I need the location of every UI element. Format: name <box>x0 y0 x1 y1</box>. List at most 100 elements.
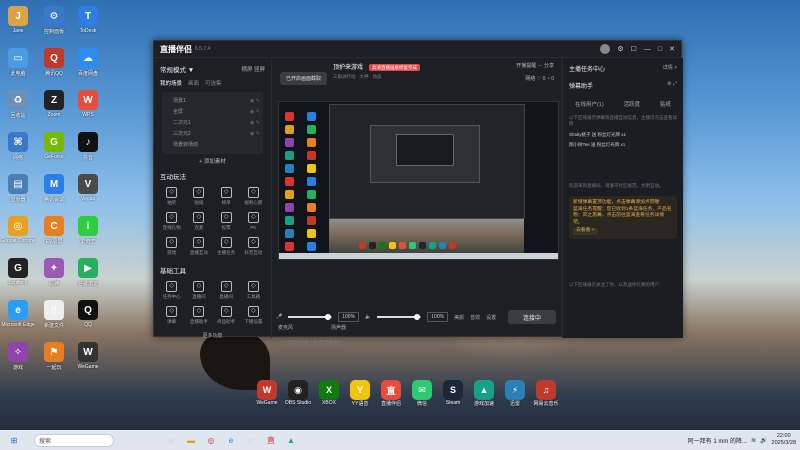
interactive-item[interactable]: ◇ 连麦 <box>185 212 212 231</box>
desktop-icon[interactable]: G Logitech <box>0 258 36 286</box>
desktop-icon[interactable]: T ToDesk <box>70 6 106 34</box>
mode-selector[interactable]: 常规模式 ▼ <box>160 64 194 74</box>
speaker-slider[interactable] <box>377 314 422 320</box>
tab-my-scenes[interactable]: 我的场景 <box>160 79 182 87</box>
task-view-icon[interactable]: ▣ <box>164 433 178 447</box>
desktop-icon[interactable]: V Vegas <box>70 174 106 202</box>
dock-icon[interactable]: S Steam <box>441 380 465 414</box>
desktop-icon[interactable]: ▶ 谷歌浏览 <box>70 258 106 287</box>
desktop-icon[interactable]: ✦ 原神 <box>36 258 72 287</box>
desktop-icon[interactable]: ▤ 显示器 <box>0 174 36 203</box>
minimize-icon[interactable]: — <box>644 46 651 53</box>
tool-item[interactable]: ◇ 弹幕 <box>158 306 185 325</box>
desktop-icon[interactable]: ▭ 此电脑 <box>0 48 36 77</box>
interactive-item[interactable]: ◇ 游戏 <box>158 237 185 256</box>
desktop-icon[interactable]: C EV录屏 <box>36 216 72 245</box>
interactive-item[interactable]: ◇ 连线礼物 <box>158 212 185 231</box>
windows-start-icon[interactable]: ⊞ <box>7 433 21 447</box>
dock-icon[interactable]: ♫ 网易云音乐 <box>533 380 559 414</box>
interactive-item[interactable]: ◇ 抽奖 <box>158 187 185 206</box>
dock-icon[interactable]: Y YY语音 <box>348 380 372 414</box>
tab-collections[interactable]: 可选集 <box>205 79 222 87</box>
list-item[interactable]: 三次元2 ◉ ✎ <box>165 128 260 139</box>
capture-button[interactable]: 已开启画面截取 <box>280 72 328 85</box>
interactive-item[interactable]: ◇ 贴纸 <box>185 187 212 206</box>
interactive-item[interactable]: ◇ 主播任务 <box>213 237 240 256</box>
volume-icon[interactable]: 🔊 <box>760 437 767 444</box>
settings-icon[interactable]: ⚙ <box>617 45 623 53</box>
desktop-icon[interactable]: ✧ 游戏 <box>0 342 36 371</box>
tab-screen[interactable]: 画面 <box>188 79 199 87</box>
help-link[interactable]: ⓘ 如何快速上手直播伴侣? <box>282 339 341 346</box>
dock-icon[interactable]: ✉ 微信 <box>410 380 434 414</box>
stream-preview[interactable] <box>278 101 559 260</box>
dock-icon[interactable]: 直直播伴侣 <box>379 380 403 414</box>
app-running-icon[interactable]: 直 <box>264 433 278 447</box>
go-view-button[interactable]: 去看看 > <box>573 228 598 235</box>
message-icon[interactable]: ☐ <box>631 45 637 53</box>
store-icon[interactable]: ▤ <box>244 433 258 447</box>
add-source-button[interactable]: + 添加素材 <box>154 157 271 165</box>
maximize-icon[interactable]: □ <box>658 46 662 53</box>
desktop-icon[interactable]: ☁ 百度网盘 <box>70 48 106 77</box>
tool-item[interactable]: ◇ 直播间 <box>213 281 240 300</box>
tool-item[interactable]: ◇ 直播间 <box>185 281 212 300</box>
scene-transition[interactable]: 场景转场动 <box>165 139 260 150</box>
desktop-icon[interactable]: ⚑ 一起玩 <box>36 342 72 371</box>
mic-slider[interactable] <box>288 314 333 320</box>
desktop-icon[interactable]: M 腾讯会议 <box>36 174 72 203</box>
tool-item[interactable]: ◇ 商品助手 <box>213 306 240 325</box>
tool-item[interactable]: ◇ 下播设置 <box>240 306 267 325</box>
wifi-icon[interactable]: ≋ <box>751 437 756 444</box>
tool-item[interactable]: ◇ 直播助手 <box>185 306 212 325</box>
desktop-icon[interactable]: ▯ 新建文件 <box>36 300 72 329</box>
sound-effect-button[interactable]: 音效 <box>470 314 480 321</box>
speaker-icon[interactable]: 🔈 <box>365 314 371 320</box>
orientation-toggle[interactable]: 横屏 竖屏 <box>241 65 265 73</box>
mic-slider-knob[interactable] <box>324 314 331 320</box>
desktop-icon[interactable]: i 爱奇艺 <box>70 216 106 245</box>
list-item[interactable]: 全屏 ◉ ✎ <box>165 106 260 117</box>
tool-item[interactable]: ◇ 工具箱 <box>240 281 267 300</box>
edge-icon[interactable]: e <box>224 433 238 447</box>
list-item[interactable]: 场景1 ◉ ✎ <box>165 95 260 106</box>
list-item[interactable]: 二次元1 ◉ ✎ <box>165 117 260 128</box>
dock-icon[interactable]: X XBOX <box>317 380 341 414</box>
avatar[interactable] <box>600 44 611 54</box>
stream-actions[interactable]: 开播提醒 ⋯ 分享 <box>516 62 554 69</box>
desktop-icon[interactable]: ◎ Google Chrome <box>0 216 36 244</box>
gear-icon[interactable]: ⚙ ⤢ <box>667 81 677 90</box>
desktop-icon[interactable]: J Jane <box>0 6 36 34</box>
dock-icon[interactable]: ▲ 游戏加速 <box>472 380 496 414</box>
mic-icon[interactable]: 🎤 <box>276 314 282 320</box>
stream-category[interactable]: 三角洲行动 · 大神 · 动态 <box>333 74 420 80</box>
dock-icon[interactable]: ⚡ 迅雷 <box>503 380 527 414</box>
tray-notification[interactable]: 阿一拜有 1 mm 的降... <box>688 436 747 445</box>
desktop-icon[interactable]: e Microsoft Edge <box>0 300 36 328</box>
interactive-item[interactable]: ◇ 抖音互动 <box>240 237 267 256</box>
file-explorer-icon[interactable]: ▬ <box>184 433 198 447</box>
dock-icon[interactable]: W WeGame <box>255 380 279 414</box>
interactive-item[interactable]: ◇ PK <box>240 212 267 231</box>
desktop-icon[interactable]: ♪ 抖音 <box>70 132 106 161</box>
speaker-slider-knob[interactable] <box>413 314 420 320</box>
desktop-icon[interactable]: W WeGame <box>70 342 106 370</box>
beauty-button[interactable]: 美颜 <box>454 314 464 321</box>
desktop-icon[interactable]: ⚙ 控制面板 <box>36 6 72 35</box>
eye-icon[interactable]: ◉ ✎ <box>250 98 260 104</box>
eye-icon[interactable]: ◉ ✎ <box>250 131 260 137</box>
dock-icon[interactable]: ◉ OBS Studio <box>285 380 311 414</box>
desktop-icon[interactable]: W WPS <box>70 90 106 118</box>
clock[interactable]: 22:00 2025/3/28 <box>772 433 796 447</box>
settings-button[interactable]: 设置 <box>486 314 496 321</box>
desktop-icon[interactable]: Z Zoom <box>36 90 72 118</box>
stream-title[interactable]: 顶护来游戏 <box>333 65 363 71</box>
search-input[interactable]: 搜索 <box>34 433 114 447</box>
close-icon[interactable]: ✕ <box>669 45 675 53</box>
start-live-button[interactable]: 连接中 <box>508 310 556 324</box>
app-titlebar[interactable]: 直播伴侣 6.5.7.4 ⚙ ☐ — □ ✕ <box>154 41 681 58</box>
tab-online-users[interactable]: 在线用户(1) <box>575 100 604 108</box>
desktop-icon[interactable]: ♻ 回收站 <box>0 90 36 119</box>
speaker-volume[interactable]: 100% <box>427 312 449 322</box>
desktop-icon[interactable]: Q 腾讯QQ <box>36 48 72 77</box>
